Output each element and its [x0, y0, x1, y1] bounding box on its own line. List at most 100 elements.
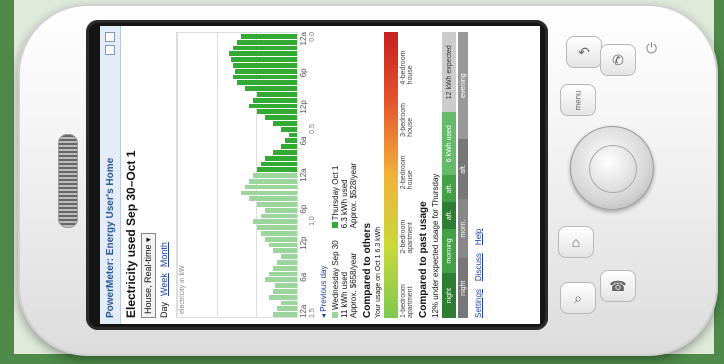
close-icon[interactable]	[105, 32, 115, 42]
chart-x-axis: 12a 6a 12p 6p 12a 6a 12p 6p 12a	[299, 32, 308, 318]
page-heading: Electricity used Sep 30–Oct 1	[124, 150, 138, 318]
call-button[interactable]: ✆	[600, 44, 636, 76]
chart-bar	[229, 51, 297, 57]
menu-label: menu	[573, 89, 583, 111]
y-tick: 1.0	[309, 216, 316, 226]
past-seg2: aft.	[458, 139, 468, 199]
x-tick: 6a	[299, 136, 308, 146]
compare-others-labels: 1-bedroom apartment 2-bedroom apartment …	[400, 32, 414, 318]
x-tick: 12a	[299, 304, 308, 318]
chart-bar	[233, 74, 297, 80]
chart-bar	[274, 283, 297, 289]
app-title: PowerMeter: Energy User's Home	[104, 157, 116, 318]
chart-bar	[261, 161, 297, 167]
chart-bar	[237, 80, 297, 86]
stat-day1-used: 11 kWh used	[340, 271, 349, 318]
chart-bar	[265, 207, 297, 213]
chart-bar	[273, 289, 297, 294]
past-seg2: morn.	[458, 198, 468, 259]
chart-bar	[249, 178, 297, 184]
stat-day2: Thursday Oct 1 6.3 kWh used Approx. $528…	[331, 162, 358, 229]
restore-icon[interactable]	[105, 45, 115, 55]
tab-week[interactable]: Week	[159, 273, 169, 296]
stat-day2-label: Thursday Oct 1	[331, 165, 340, 221]
chart-bar	[281, 254, 297, 260]
tab-month[interactable]: Month	[159, 242, 169, 267]
chart-bar	[269, 242, 297, 248]
chart-bar	[253, 97, 297, 103]
compare-others-title: Compared to others	[362, 222, 373, 318]
x-tick: 6p	[299, 204, 308, 214]
trackball[interactable]	[570, 126, 654, 210]
menu-button[interactable]: menu	[560, 84, 596, 116]
chart-bar	[257, 109, 297, 115]
trackball-center[interactable]	[589, 145, 637, 193]
x-tick: 6p	[299, 68, 308, 78]
past-seg: morning	[442, 228, 456, 274]
y-tick: 0.0	[309, 32, 316, 42]
compare-label: 4-bedroom house	[400, 50, 414, 85]
chart-bar	[273, 265, 297, 271]
home-button[interactable]: ⌂	[558, 226, 594, 258]
past-seg-used: 6 kWh used	[442, 112, 456, 175]
page-frame-left	[0, 0, 14, 364]
location-select[interactable]: House, Real-time ▾	[141, 233, 156, 318]
chart-bar	[257, 202, 297, 207]
stat-day1-label: Wednesday Sep 30	[331, 240, 340, 310]
compare-others-bar	[384, 32, 398, 318]
chart-bar	[265, 277, 297, 283]
discuss-link[interactable]: Discuss	[474, 253, 483, 281]
compare-label: 3-bedroom house	[400, 103, 414, 137]
compare-past-title: Compared to past usage	[418, 201, 429, 318]
stat-day2-cost: Approx. $528/year	[349, 162, 358, 229]
location-select-value: House, Real-time	[143, 244, 153, 314]
help-link[interactable]: Help	[474, 229, 483, 245]
chart-y-ticks: 1.5 1.0 0.5 0.0	[309, 32, 316, 318]
title-bar: PowerMeter: Energy User's Home	[100, 26, 121, 324]
legend-swatch-day1	[332, 312, 338, 318]
chart-bar	[273, 120, 297, 126]
end-call-icon: ☎	[609, 277, 627, 294]
compare-label: 2-bedroom apartment	[400, 219, 414, 254]
chart-bar	[277, 306, 297, 312]
previous-day-link[interactable]: ◂ Previous day	[319, 32, 328, 319]
compare-past-summary: 12% under expected usage for Thursday	[431, 173, 440, 318]
chart-bar	[257, 225, 297, 231]
chart-bar	[245, 184, 297, 190]
previous-day-label: Previous day	[319, 265, 328, 312]
home-icon: ⌂	[571, 234, 581, 250]
past-seg2: night	[458, 258, 468, 318]
settings-link[interactable]: Settings	[474, 289, 483, 318]
compare-label: 2-bedroom house	[400, 155, 414, 190]
chart-bar	[273, 312, 297, 317]
chart-bar	[269, 294, 297, 300]
chart-bar	[253, 173, 297, 178]
chart-bar	[241, 190, 297, 196]
stat-day2-used: 6.3 kWh used	[340, 179, 349, 229]
past-usage-bar-2: night morn. aft. evening	[458, 32, 468, 318]
chart-bar	[269, 271, 297, 277]
chart-bar	[241, 34, 297, 39]
power-icon[interactable]: ⏻	[646, 40, 657, 57]
search-icon: ⌕	[574, 289, 582, 306]
chart-bar	[265, 236, 297, 242]
chart-bar	[277, 260, 297, 265]
back-button[interactable]: ↶	[566, 36, 602, 68]
chart-bar	[281, 144, 297, 149]
past-seg: aft.	[442, 175, 456, 202]
chart-bar	[233, 63, 297, 68]
chart-bar	[261, 231, 297, 236]
chart-bar	[231, 57, 297, 62]
x-tick: 12p	[299, 100, 308, 114]
phone-screen: PowerMeter: Energy User's Home Electrici…	[100, 26, 540, 324]
search-button[interactable]: ⌕	[560, 282, 596, 314]
chart-bar	[233, 45, 297, 51]
x-tick: 12a	[299, 32, 308, 46]
chart-bar	[249, 103, 297, 109]
speaker-grille	[58, 134, 78, 228]
phone-icon: ✆	[612, 51, 624, 68]
tab-day[interactable]: Day	[159, 302, 169, 318]
end-call-button[interactable]: ☎	[600, 270, 636, 302]
chart-bar	[273, 248, 297, 254]
x-tick: 12p	[299, 236, 308, 250]
